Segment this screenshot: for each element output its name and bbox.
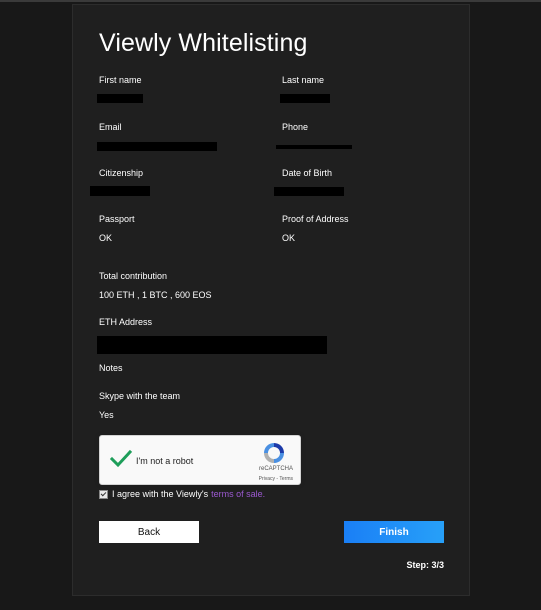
window-top-border [0, 0, 541, 2]
citizenship-label: Citizenship [99, 168, 144, 178]
proof-of-address-value: OK [282, 233, 296, 243]
email-label: Email [99, 122, 122, 132]
eth-address-label: ETH Address [99, 317, 153, 327]
recaptcha-logo-icon [264, 443, 284, 463]
phone-value-redacted [276, 145, 352, 149]
phone-label: Phone [282, 122, 309, 132]
eth-address-value-redacted [97, 336, 327, 354]
step-indicator: Step: 3/3 [406, 560, 444, 570]
page-title: Viewly Whitelisting [99, 29, 308, 57]
passport-label: Passport [99, 214, 135, 224]
last-name-value-redacted [280, 94, 330, 103]
recaptcha-widget[interactable]: I'm not a robot reCAPTCHA Privacy - Term… [99, 435, 301, 485]
proof-of-address-label: Proof of Address [282, 214, 349, 224]
first-name-label: First name [99, 75, 142, 85]
date-of-birth-value-redacted [274, 187, 344, 196]
passport-value: OK [99, 233, 113, 243]
date-of-birth-label: Date of Birth [282, 168, 333, 178]
first-name-value-redacted [97, 94, 143, 103]
recaptcha-privacy-terms[interactable]: Privacy - Terms [259, 476, 293, 482]
agree-text: I agree with the Viewly's [112, 489, 209, 499]
last-name-label: Last name [282, 75, 325, 85]
recaptcha-brand: reCAPTCHA [258, 466, 293, 472]
recaptcha-label: I'm not a robot [136, 456, 194, 466]
skype-label: Skype with the team [99, 391, 181, 401]
back-button[interactable]: Back [99, 521, 199, 543]
email-value-redacted [97, 142, 217, 151]
agree-checkbox[interactable] [99, 489, 108, 499]
citizenship-value-redacted [90, 186, 150, 196]
total-contribution-label: Total contribution [99, 271, 168, 281]
terms-of-sale-link[interactable]: terms of sale. [211, 489, 265, 499]
checkmark-icon[interactable] [109, 448, 133, 470]
finish-button[interactable]: Finish [344, 521, 444, 543]
notes-label: Notes [99, 363, 123, 373]
whitelisting-form-card: Viewly Whitelisting First name Last name… [72, 4, 470, 596]
terms-agreement: I agree with the Viewly's terms of sale. [99, 489, 265, 499]
skype-value: Yes [99, 410, 114, 420]
total-contribution-value: 100 ETH , 1 BTC , 600 EOS [99, 290, 212, 300]
